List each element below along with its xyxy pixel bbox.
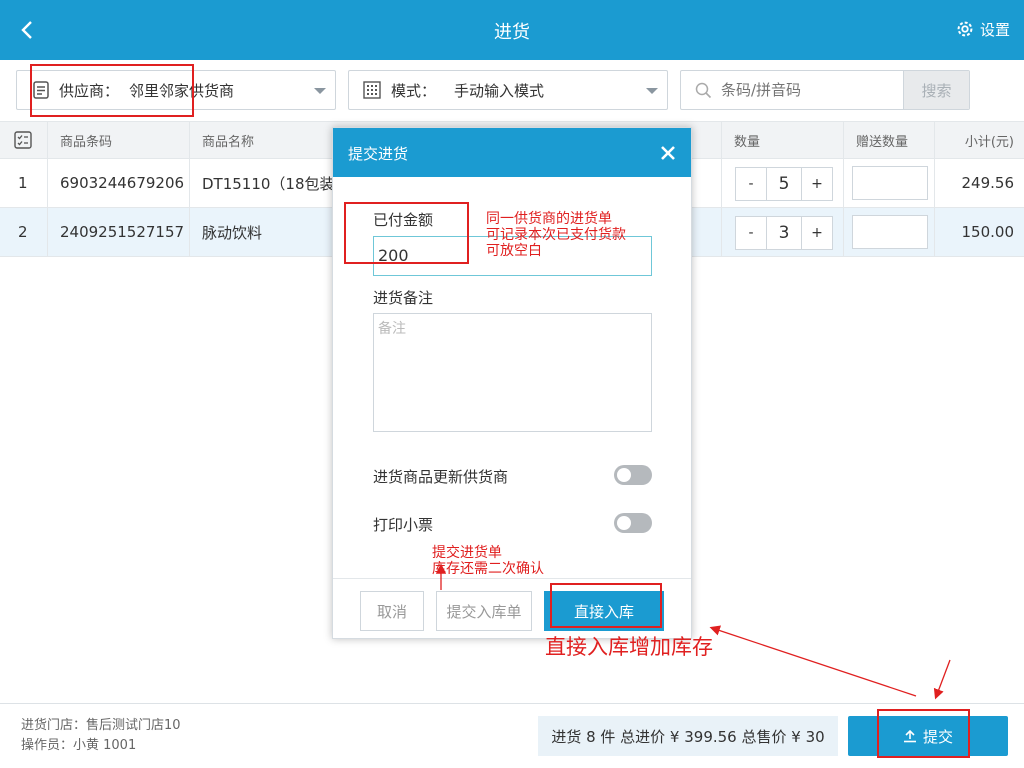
settings-button[interactable]: 设置: [954, 18, 1010, 40]
row-barcode: 2409251527157: [48, 208, 190, 256]
arrow-to-submit: [933, 659, 951, 700]
operator-label: 操作员：小黄 1001: [21, 738, 137, 753]
search-input[interactable]: [721, 75, 891, 105]
remark-textarea[interactable]: 备注: [373, 313, 652, 432]
checklist-icon: [14, 131, 32, 149]
grid-icon: [363, 81, 381, 99]
row-index: 1: [0, 159, 48, 207]
page-title: 进货: [494, 22, 530, 43]
row-subtotal: 249.56: [961, 174, 1015, 192]
search-button[interactable]: 搜索: [903, 71, 969, 109]
quantity-stepper: - 3 +: [735, 216, 833, 250]
update-supplier-toggle[interactable]: [614, 465, 652, 485]
column-header-subtotal: 小计(元): [964, 134, 1014, 150]
document-icon: [33, 81, 49, 99]
quantity-stepper: - 5 +: [735, 167, 833, 201]
dialog-footer: 取消 提交入库单 直接入库: [333, 578, 691, 638]
column-header-gift: 赠送数量: [844, 122, 935, 158]
select-all-cell[interactable]: [0, 122, 48, 158]
paid-amount-note: 同一供货商的进货单 可记录本次已支付货款 可放空白: [486, 211, 626, 259]
gear-icon: [957, 21, 973, 37]
dialog-header: 提交进货: [333, 128, 691, 177]
upload-icon: [903, 729, 916, 743]
direct-stock-note: 直接入库增加库存: [545, 635, 713, 659]
mode-label: 模式：: [391, 81, 437, 100]
app-header: 进货 设置: [0, 0, 1024, 60]
decrement-button[interactable]: -: [736, 168, 766, 200]
quantity-value[interactable]: 3: [766, 217, 802, 249]
submit-order-note: 提交进货单 库存还需二次确认: [432, 545, 544, 577]
print-receipt-label: 打印小票: [373, 516, 434, 534]
increment-button[interactable]: +: [802, 217, 832, 249]
supplier-label: 供应商：: [59, 81, 120, 100]
increment-button[interactable]: +: [802, 168, 832, 200]
gift-quantity-input[interactable]: [852, 215, 928, 249]
cancel-button[interactable]: 取消: [360, 591, 424, 631]
close-icon[interactable]: [657, 142, 679, 164]
paid-amount-label: 已付金额: [373, 211, 434, 229]
column-header-qty: 数量: [722, 122, 844, 158]
submit-order-button[interactable]: 提交入库单: [436, 591, 532, 631]
order-summary: 进货 8 件 总进价 ¥ 399.56 总售价 ¥ 30: [538, 716, 838, 756]
store-label: 进货门店：售后测试门店10: [21, 718, 181, 733]
footer-info: 进货门店：售后测试门店10 操作员：小黄 1001: [21, 716, 181, 756]
row-subtotal: 150.00: [961, 223, 1015, 241]
row-barcode: 6903244679206: [48, 159, 190, 207]
submit-button[interactable]: 提交: [848, 716, 1008, 756]
mode-select[interactable]: 模式： 手动输入模式: [348, 70, 668, 110]
dialog-title: 提交进货: [348, 145, 409, 163]
submit-label: 提交: [922, 727, 953, 746]
settings-label: 设置: [979, 20, 1010, 39]
row-index: 2: [0, 208, 48, 256]
search-box: 搜索: [680, 70, 970, 110]
remark-label: 进货备注: [373, 289, 434, 307]
quantity-value[interactable]: 5: [766, 168, 802, 200]
gift-quantity-input[interactable]: [852, 166, 928, 200]
supplier-select[interactable]: 供应商： 邻里邻家供货商: [16, 70, 336, 110]
chevron-down-icon: [314, 88, 326, 94]
chevron-down-icon: [646, 88, 658, 94]
update-supplier-label: 进货商品更新供货商: [373, 468, 509, 486]
print-receipt-toggle[interactable]: [614, 513, 652, 533]
mode-value: 手动输入模式: [454, 81, 545, 100]
column-header-barcode: 商品条码: [48, 122, 190, 158]
arrow-to-direct-stock: [709, 625, 917, 697]
toolbar: 供应商： 邻里邻家供货商 模式： 手动输入模式 搜索: [0, 60, 1024, 121]
search-icon: [695, 82, 712, 99]
footer: 进货门店：售后测试门店10 操作员：小黄 1001 进货 8 件 总进价 ¥ 3…: [0, 703, 1024, 768]
direct-stock-button[interactable]: 直接入库: [544, 591, 664, 631]
supplier-value: 邻里邻家供货商: [129, 81, 235, 100]
decrement-button[interactable]: -: [736, 217, 766, 249]
